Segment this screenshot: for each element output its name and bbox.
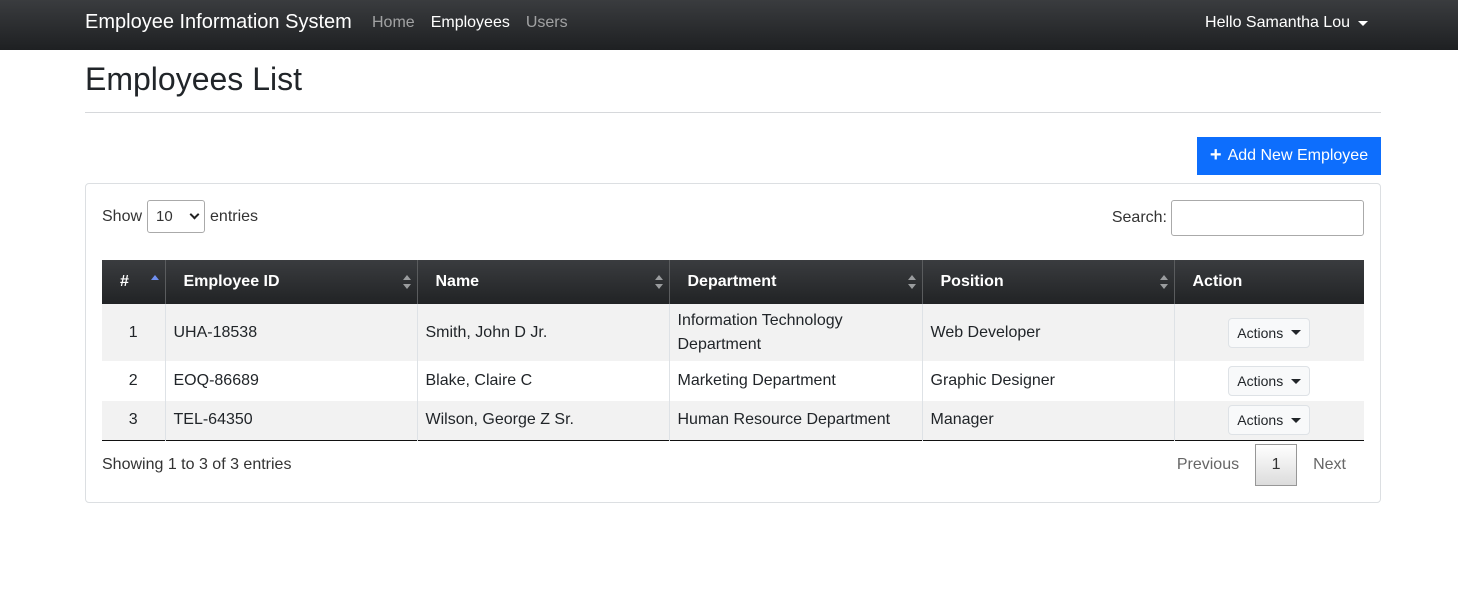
cell-action: Actions xyxy=(1174,401,1364,440)
cell-department: Marketing Department xyxy=(669,361,923,401)
caret-down-icon xyxy=(1291,330,1302,335)
employees-card: Show 10 entries Search: # Employee ID Na… xyxy=(85,183,1381,503)
sort-arrows-icon xyxy=(907,275,916,289)
actions-dropdown-button[interactable]: Actions xyxy=(1228,317,1311,348)
column-header-number[interactable]: # xyxy=(102,260,166,304)
employees-table: # Employee ID Name Department Position A… xyxy=(102,260,1364,441)
actions-label: Actions xyxy=(1237,324,1284,341)
page-title: Employees List xyxy=(85,61,302,97)
user-menu[interactable]: Hello Samantha Lou xyxy=(1205,14,1368,32)
cell-position: Manager xyxy=(922,401,1175,440)
pagination: Previous 1 Next xyxy=(1161,444,1362,486)
page-length-value: 10 xyxy=(156,208,173,225)
navbar: Employee Information System Home Employe… xyxy=(0,0,1458,50)
brand[interactable]: Employee Information System xyxy=(85,11,352,34)
cell-number: 3 xyxy=(102,401,166,440)
next-page-button[interactable]: Next xyxy=(1297,456,1362,474)
caret-down-icon xyxy=(1291,417,1302,423)
table-row: 3 TEL-64350 Wilson, George Z Sr. Human R… xyxy=(102,401,1364,440)
column-header-name[interactable]: Name xyxy=(417,260,670,304)
nav-link-users[interactable]: Users xyxy=(526,14,568,32)
add-new-employee-button[interactable]: + Add New Employee xyxy=(1197,137,1381,175)
sort-ascending-icon xyxy=(150,275,159,281)
table-row: 2 EOQ-86689 Blake, Claire C Marketing De… xyxy=(102,361,1364,401)
table-info: Showing 1 to 3 of 3 entries xyxy=(102,456,292,473)
page-button-current[interactable]: 1 xyxy=(1255,444,1298,486)
cell-employee-id: TEL-64350 xyxy=(165,401,418,440)
column-header-position[interactable]: Position xyxy=(922,260,1175,304)
cell-department: Human Resource Department xyxy=(669,401,923,440)
search-label: Search: xyxy=(1111,209,1167,226)
sort-arrows-icon xyxy=(654,275,663,289)
caret-down-icon xyxy=(1291,378,1302,384)
actions-label: Actions xyxy=(1237,412,1284,429)
page-length-select[interactable]: 10 xyxy=(147,200,206,233)
cell-department: Information Technology Department xyxy=(669,304,923,361)
cell-position: Web Developer xyxy=(922,304,1175,361)
cell-position: Graphic Designer xyxy=(922,361,1175,401)
cell-employee-id: EOQ-86689 xyxy=(165,361,418,401)
chevron-down-icon xyxy=(189,209,200,220)
cell-name: Blake, Claire C xyxy=(417,361,670,401)
cell-employee-id: UHA-18538 xyxy=(165,304,418,361)
caret-down-icon xyxy=(1358,20,1368,26)
page-length-control: Show 10 entries xyxy=(102,200,258,233)
cell-number: 1 xyxy=(102,304,166,361)
search-control: Search: xyxy=(1112,200,1364,236)
plus-icon: + xyxy=(1209,144,1222,166)
nav-link-home[interactable]: Home xyxy=(372,14,415,32)
cell-name: Wilson, George Z Sr. xyxy=(417,401,670,440)
previous-page-button[interactable]: Previous xyxy=(1161,456,1255,474)
add-button-label: Add New Employee xyxy=(1227,147,1369,164)
cell-action: Actions xyxy=(1174,361,1364,401)
search-input[interactable] xyxy=(1171,200,1364,236)
column-header-department[interactable]: Department xyxy=(669,260,923,304)
sort-arrows-icon xyxy=(402,275,411,289)
cell-number: 2 xyxy=(102,361,166,401)
column-header-employee-id[interactable]: Employee ID xyxy=(165,260,418,304)
table-row: 1 UHA-18538 Smith, John D Jr. Informatio… xyxy=(102,304,1364,361)
cell-action: Actions xyxy=(1174,304,1364,361)
actions-dropdown-button[interactable]: Actions xyxy=(1228,366,1311,396)
user-greeting: Hello Samantha Lou xyxy=(1205,14,1350,31)
entries-label: entries xyxy=(210,207,259,225)
column-header-action: Action xyxy=(1174,260,1364,304)
actions-dropdown-button[interactable]: Actions xyxy=(1228,405,1311,436)
divider xyxy=(85,112,1381,113)
table-header-row: # Employee ID Name Department Position A… xyxy=(102,260,1364,304)
actions-label: Actions xyxy=(1237,373,1284,389)
sort-arrows-icon xyxy=(1159,275,1168,289)
cell-name: Smith, John D Jr. xyxy=(417,304,670,361)
nav-link-employees[interactable]: Employees xyxy=(431,14,510,32)
nav-links: Home Employees Users xyxy=(372,14,568,32)
show-label: Show xyxy=(102,207,143,225)
